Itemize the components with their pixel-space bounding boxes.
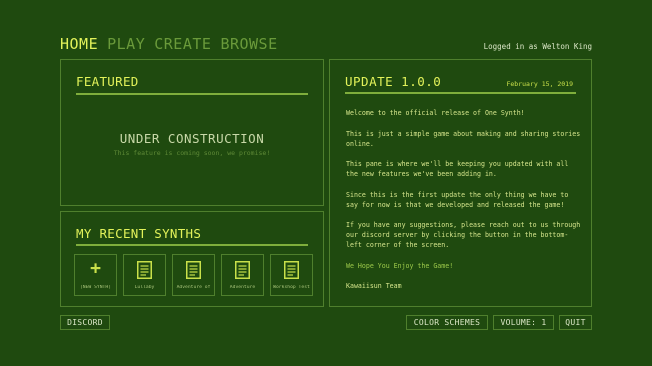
update-paragraph: This pane is where we'll be keeping you …: [346, 160, 569, 178]
discord-button[interactable]: DISCORD: [60, 315, 110, 330]
synth-tile[interactable]: Lullaby: [123, 254, 166, 296]
update-paragraph: This is just a simple game about making …: [346, 129, 581, 148]
synth-tile[interactable]: Adventure of: [172, 254, 215, 296]
update-paragraph: If you have any suggestions, please reac…: [346, 221, 581, 249]
coming-soon-text: This feature is coming soon, we promise!: [113, 149, 271, 157]
update-signature: Kawaiisun Team: [346, 282, 402, 290]
recent-title-underline: [76, 244, 308, 246]
nav-browse[interactable]: BROWSE: [220, 35, 277, 53]
document-icon: [235, 261, 250, 279]
main-nav: HOME PLAY CREATE BROWSE: [60, 35, 278, 53]
featured-title-underline: [76, 93, 308, 95]
update-panel: UPDATE 1.0.0 February 15, 2019 Welcome t…: [329, 59, 592, 307]
synth-tiles: + [NEW SYNTH] Lullaby Adventure of Adven…: [74, 254, 313, 296]
logged-in-status: Logged in as Welton King: [483, 42, 592, 51]
update-body: Welcome to the official release of One S…: [346, 108, 581, 302]
under-construction-text: UNDER CONSTRUCTION: [119, 131, 265, 146]
synth-tile-label: Workshop Test: [273, 285, 310, 290]
update-closing: We Hope You Enjoy the Game!: [346, 261, 454, 270]
document-icon: [186, 261, 201, 279]
document-icon: [284, 261, 299, 279]
nav-home[interactable]: HOME: [60, 35, 98, 53]
update-paragraph: Since this is the first update the only …: [346, 190, 569, 209]
featured-title: FEATURED: [76, 74, 139, 89]
new-synth-button[interactable]: + [NEW SYNTH]: [74, 254, 117, 296]
nav-create[interactable]: CREATE: [154, 35, 211, 53]
recent-synths-title: MY RECENT SYNTHS: [76, 226, 202, 241]
update-title: UPDATE 1.0.0: [345, 74, 442, 89]
synth-tile-label: Adventure of: [176, 285, 211, 290]
recent-synths-panel: MY RECENT SYNTHS + [NEW SYNTH] Lullaby A…: [60, 211, 324, 307]
featured-panel: FEATURED UNDER CONSTRUCTION This feature…: [60, 59, 324, 206]
volume-button[interactable]: VOLUME: 1: [493, 315, 554, 330]
color-schemes-button[interactable]: COLOR SCHEMES: [406, 315, 488, 330]
update-date: February 15, 2019: [506, 80, 573, 88]
synth-tile[interactable]: Workshop Test: [270, 254, 313, 296]
synth-tile-label: Lullaby: [134, 285, 155, 290]
update-paragraph: Welcome to the official release of One S…: [346, 109, 525, 117]
new-synth-label: [NEW SYNTH]: [79, 285, 112, 290]
synth-tile-label: Adventure: [229, 285, 256, 290]
plus-icon: +: [90, 258, 101, 279]
document-icon: [137, 261, 152, 279]
update-title-underline: [345, 92, 576, 94]
nav-play[interactable]: PLAY: [107, 35, 145, 53]
synth-tile[interactable]: Adventure: [221, 254, 264, 296]
quit-button[interactable]: QUIT: [559, 315, 592, 330]
